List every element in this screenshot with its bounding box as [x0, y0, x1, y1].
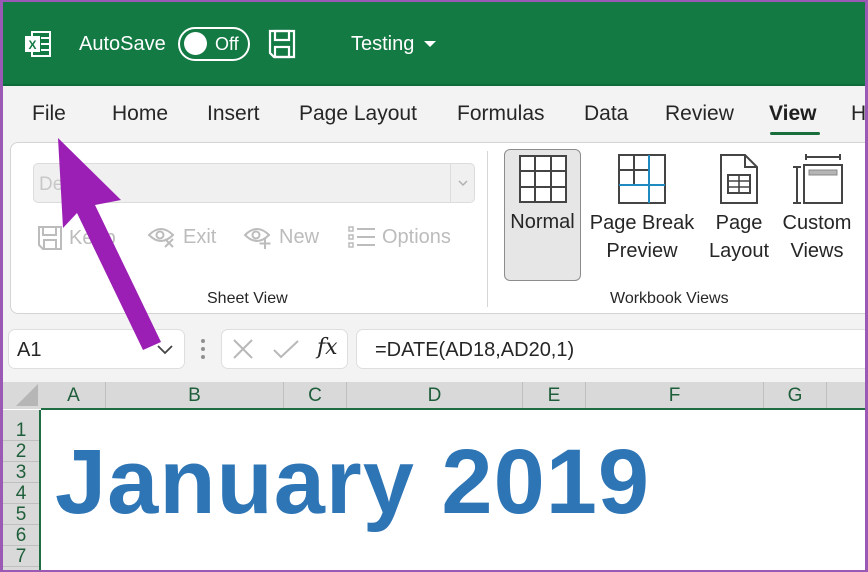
check-icon[interactable]: [272, 338, 300, 365]
excel-window: X AutoSave Off Testing File Home Insert …: [3, 2, 865, 570]
save-icon: [38, 226, 62, 250]
ribbon-tabs: File Home Insert Page Layout Formulas Da…: [3, 88, 865, 140]
custom-views-button[interactable]: Custom Views: [779, 149, 855, 265]
insert-function-button[interactable]: fx: [317, 335, 338, 360]
custom-views-label-1: Custom: [782, 212, 852, 234]
page-layout-icon: [720, 154, 758, 204]
group-separator: [487, 151, 488, 307]
save-icon[interactable]: [267, 2, 297, 86]
sheet-view-dropdown[interactable]: De: [33, 163, 475, 203]
ribbon-panel: De Keep Exit New Options Sheet View Norm…: [10, 142, 865, 314]
options-label: Options: [382, 225, 451, 248]
page-layout-view-button[interactable]: Page Layout: [704, 149, 774, 265]
tab-formulas[interactable]: Formulas: [457, 102, 545, 126]
custom-views-label-2: Views: [790, 240, 844, 262]
keep-button[interactable]: Keep: [37, 225, 116, 251]
tab-insert[interactable]: Insert: [207, 102, 260, 126]
tab-page-layout[interactable]: Page Layout: [299, 102, 417, 126]
tab-review[interactable]: Review: [665, 102, 734, 126]
formula-input[interactable]: =DATE(AD18,AD20,1): [356, 329, 865, 369]
row-header[interactable]: 6: [3, 525, 39, 546]
workbook-views-group-label: Workbook Views: [610, 290, 729, 307]
title-bar: X AutoSave Off Testing: [3, 2, 865, 86]
page-break-icon: [618, 154, 666, 204]
sheet-view-group-label: Sheet View: [207, 290, 288, 307]
column-header[interactable]: E: [523, 382, 586, 409]
formula-buttons: fx: [221, 329, 348, 369]
tab-data[interactable]: Data: [584, 102, 628, 126]
page-break-label-2: Preview: [606, 240, 678, 262]
selection-border: [41, 408, 865, 410]
formula-bar: A1 fx =DATE(AD18,AD20,1): [3, 320, 865, 380]
new-label: New: [279, 225, 320, 248]
row-header[interactable]: 3: [3, 462, 39, 483]
column-header[interactable]: D: [347, 382, 523, 409]
page-layout-label-1: Page: [715, 212, 763, 234]
tab-file[interactable]: File: [32, 102, 66, 126]
svg-text:X: X: [28, 38, 36, 52]
keep-label: Keep: [69, 226, 116, 249]
exit-label: Exit: [183, 225, 217, 248]
column-header[interactable]: C: [284, 382, 347, 409]
row-header[interactable]: 2: [3, 441, 39, 462]
chevron-down-icon[interactable]: [156, 342, 174, 360]
column-header[interactable]: A: [42, 382, 106, 409]
normal-label: Normal: [510, 211, 575, 233]
chevron-down-icon[interactable]: [450, 164, 474, 202]
exit-button[interactable]: Exit: [147, 225, 216, 249]
close-icon[interactable]: [232, 338, 254, 365]
formula-text: =DATE(AD18,AD20,1): [375, 339, 575, 361]
excel-icon[interactable]: X: [23, 2, 53, 86]
eye-plus-icon: [243, 228, 271, 249]
grid-icon: [518, 155, 567, 203]
column-header[interactable]: B: [106, 382, 284, 409]
sheet-view-value: De: [39, 174, 64, 195]
row-header[interactable]: 7: [3, 546, 39, 567]
row-header[interactable]: 1: [3, 420, 39, 441]
name-box[interactable]: A1: [8, 329, 185, 369]
tab-help[interactable]: H: [851, 102, 865, 126]
column-header[interactable]: F: [586, 382, 764, 409]
row-header[interactable]: 5: [3, 504, 39, 525]
document-title: Testing: [351, 32, 415, 55]
page-break-preview-button[interactable]: Page Break Preview: [589, 149, 695, 265]
spreadsheet-grid: A B C D E F G 1 2 3 4 5 6 7 January 2019: [3, 382, 865, 570]
list-icon: [348, 226, 375, 248]
cell-a1-value[interactable]: January 2019: [55, 430, 650, 535]
document-title-menu[interactable]: Testing: [351, 2, 437, 86]
eye-x-icon: [147, 228, 175, 248]
custom-views-icon: [793, 154, 843, 204]
new-button[interactable]: New: [243, 225, 319, 249]
options-button[interactable]: Options: [348, 225, 451, 249]
select-all-button[interactable]: [3, 382, 41, 409]
active-tab-indicator: [770, 132, 820, 135]
page-break-label-1: Page Break: [589, 212, 695, 234]
row-header[interactable]: 4: [3, 483, 39, 504]
name-box-value: A1: [17, 339, 42, 361]
page-layout-label-2: Layout: [708, 240, 770, 262]
autosave-label: AutoSave: [79, 32, 166, 55]
autosave-state: Off: [215, 33, 239, 54]
column-headers: A B C D E F G: [3, 382, 865, 409]
tab-view[interactable]: View: [769, 102, 816, 126]
tab-home[interactable]: Home: [112, 102, 168, 126]
row-headers: 1 2 3 4 5 6 7: [3, 410, 41, 570]
autosave-toggle[interactable]: Off: [178, 2, 250, 86]
normal-view-button[interactable]: Normal: [504, 149, 581, 281]
column-header[interactable]: G: [764, 382, 827, 409]
caret-down-icon: [424, 41, 437, 47]
drag-handle-icon[interactable]: [200, 338, 206, 365]
toggle-knob: [184, 32, 207, 55]
